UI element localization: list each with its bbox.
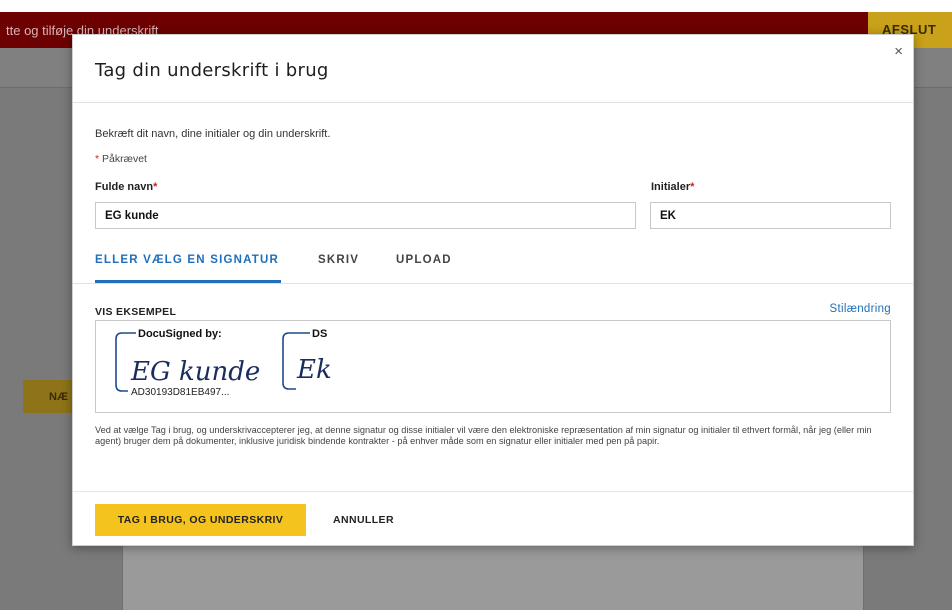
initials-label: Initialer* bbox=[651, 181, 694, 193]
required-note-text: Påkrævet bbox=[102, 153, 147, 165]
required-asterisk: * bbox=[690, 181, 695, 193]
full-name-label: Fulde navn* bbox=[95, 181, 157, 193]
legal-text: Ved at vælge Tag i brug, og underskrivac… bbox=[95, 425, 872, 447]
signature-text: EG kunde bbox=[130, 357, 260, 387]
preview-label: VIS EKSEMPEL bbox=[95, 306, 177, 318]
background-top-strip bbox=[0, 0, 952, 12]
dialog-header: Tag din underskrift i brug bbox=[73, 35, 913, 103]
initials-text: Ek bbox=[296, 355, 332, 385]
tab-upload[interactable]: UPLOAD bbox=[396, 254, 452, 266]
cancel-button[interactable]: ANNULLER bbox=[327, 504, 400, 536]
signature-header: DocuSigned by: bbox=[138, 328, 222, 340]
full-name-label-text: Fulde navn bbox=[95, 181, 154, 193]
initials-header: DS bbox=[312, 328, 327, 340]
signature-preview: DocuSigned by: EG kunde AD30193D81EB497.… bbox=[115, 328, 332, 398]
required-asterisk: * bbox=[95, 153, 100, 165]
change-style-link[interactable]: Stilændring bbox=[830, 303, 891, 315]
required-asterisk: * bbox=[153, 181, 158, 193]
close-icon[interactable]: × bbox=[894, 43, 903, 60]
initials-input[interactable] bbox=[650, 202, 891, 229]
signature-preview-box[interactable]: DocuSigned by: EG kunde AD30193D81EB497.… bbox=[95, 320, 891, 413]
active-tab-indicator bbox=[95, 280, 281, 283]
dialog-footer: TAG I BRUG, OG UNDERSKRIV ANNULLER bbox=[73, 491, 913, 546]
tab-draw[interactable]: SKRIV bbox=[318, 254, 359, 266]
adopt-and-sign-button[interactable]: TAG I BRUG, OG UNDERSKRIV bbox=[95, 504, 306, 536]
signature-tabs: ELLER VÆLG EN SIGNATUR SKRIV UPLOAD bbox=[73, 238, 913, 284]
dialog-title: Tag din underskrift i brug bbox=[95, 60, 329, 81]
intro-text: Bekræft dit navn, dine initialer og din … bbox=[95, 128, 331, 140]
adopt-signature-dialog: Tag din underskrift i brug × Bekræft dit… bbox=[72, 34, 914, 546]
full-name-input[interactable] bbox=[95, 202, 636, 229]
signature-id: AD30193D81EB497... bbox=[131, 387, 229, 398]
initials-label-text: Initialer bbox=[651, 181, 691, 193]
required-note: * Påkrævet bbox=[95, 153, 147, 165]
tab-select-signature[interactable]: ELLER VÆLG EN SIGNATUR bbox=[95, 254, 279, 266]
